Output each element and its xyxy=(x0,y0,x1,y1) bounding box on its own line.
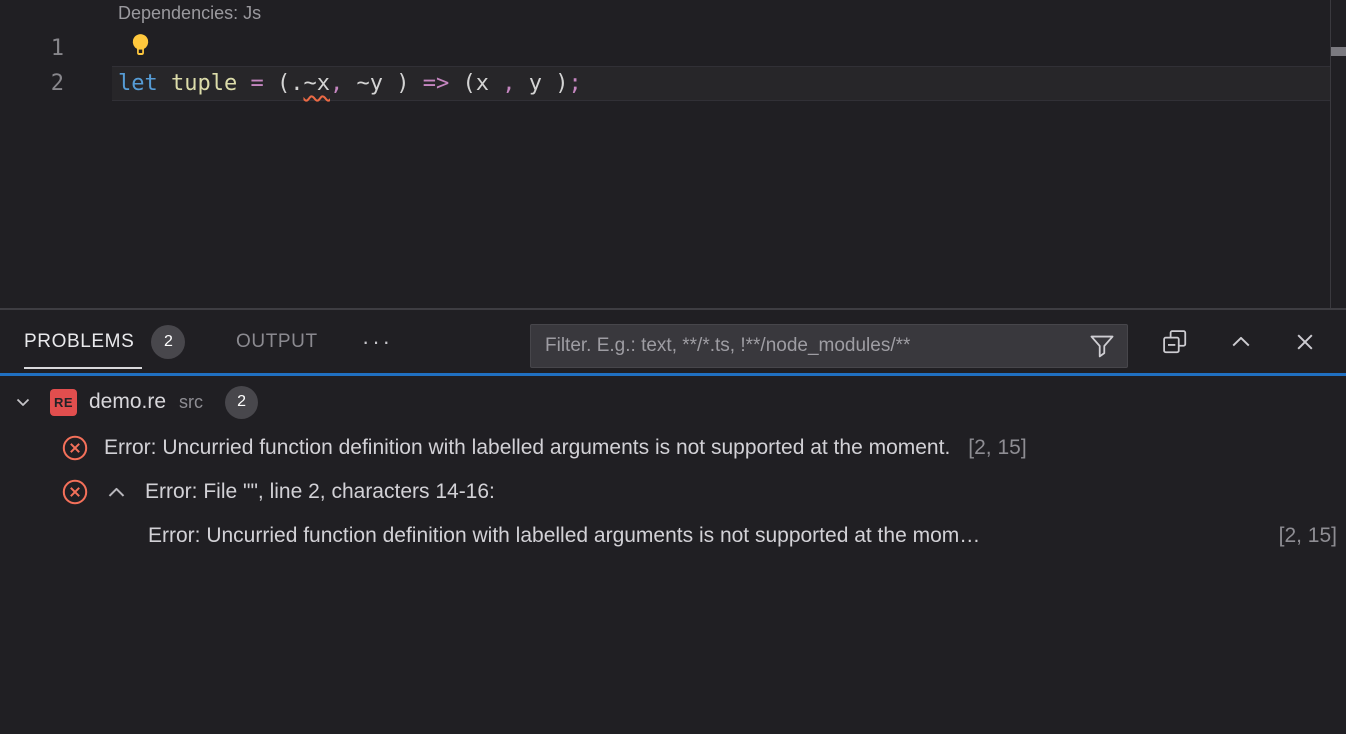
problem-row[interactable]: Error: File "", line 2, characters 14-16… xyxy=(0,470,1346,514)
line-number-2: 2 xyxy=(40,66,64,101)
tab-output-label: OUTPUT xyxy=(236,331,318,353)
problem-position: [2, 15] xyxy=(968,436,1026,460)
code-token: (x xyxy=(449,71,502,96)
code-token: (. xyxy=(277,71,304,96)
collapse-message-chevron-icon[interactable] xyxy=(104,480,129,505)
filter-container xyxy=(530,324,1128,368)
code-token xyxy=(409,71,422,96)
code-token xyxy=(237,71,250,96)
code-token: , xyxy=(330,71,343,96)
code-token: tuple xyxy=(171,71,237,96)
file-row[interactable]: RE demo.re src 2 xyxy=(0,382,1346,422)
tab-problems-label: PROBLEMS xyxy=(24,331,134,353)
code-token: ~x xyxy=(303,71,330,96)
problems-count-badge: 2 xyxy=(151,325,185,359)
more-actions-icon[interactable]: ··· xyxy=(362,310,393,373)
file-problem-count-badge: 2 xyxy=(225,386,258,419)
tab-output[interactable]: OUTPUT xyxy=(236,310,318,373)
line-number-1: 1 xyxy=(40,31,64,66)
error-icon xyxy=(61,478,89,506)
code-token: , xyxy=(502,71,515,96)
code-token: ~y ) xyxy=(343,71,409,96)
error-icon xyxy=(61,434,89,462)
vscode-window: Dependencies: Js 1 2 let tuple = (.~x, ~… xyxy=(0,0,1346,734)
codelens-link[interactable]: Dependencies: Js xyxy=(118,3,261,24)
reason-file-icon: RE xyxy=(50,389,77,416)
chevron-down-icon[interactable] xyxy=(12,391,34,413)
code-token: ; xyxy=(568,71,581,96)
tab-problems[interactable]: PROBLEMS 2 xyxy=(24,310,185,373)
filter-funnel-icon[interactable] xyxy=(1089,333,1115,359)
code-token: let xyxy=(118,71,158,96)
file-path: src xyxy=(179,392,203,413)
problem-message: Error: File "", line 2, characters 14-16… xyxy=(145,480,495,504)
problem-row-continuation[interactable]: Error: Uncurried function definition wit… xyxy=(0,514,1346,558)
maximize-panel-button[interactable] xyxy=(1228,329,1254,355)
problem-row[interactable]: Error: Uncurried function definition wit… xyxy=(0,426,1346,470)
lightbulb-icon[interactable] xyxy=(128,32,153,59)
scrollbar-thumb[interactable] xyxy=(1331,47,1346,56)
code-token xyxy=(158,71,171,96)
filter-input[interactable] xyxy=(531,335,1077,357)
panel-header: PROBLEMS 2 OUTPUT ··· xyxy=(0,310,1346,373)
code-token: => xyxy=(423,71,450,96)
code-token xyxy=(264,71,277,96)
problem-position: [2, 15] xyxy=(1279,524,1337,548)
code-token: = xyxy=(250,71,263,96)
code-token: y ) xyxy=(515,71,568,96)
code-line[interactable]: let tuple = (.~x, ~y ) => (x , y ); xyxy=(118,66,582,101)
problem-message: Error: Uncurried function definition wit… xyxy=(104,436,950,460)
editor-pane[interactable]: Dependencies: Js 1 2 let tuple = (.~x, ~… xyxy=(0,0,1346,308)
active-tab-underline xyxy=(24,367,142,369)
problem-message: Error: Uncurried function definition wit… xyxy=(148,524,980,548)
close-panel-button[interactable] xyxy=(1292,329,1318,355)
file-name: demo.re xyxy=(89,390,166,414)
problems-content: RE demo.re src 2 Error: Uncurried functi… xyxy=(0,376,1346,734)
collapse-all-button[interactable] xyxy=(1162,329,1188,355)
